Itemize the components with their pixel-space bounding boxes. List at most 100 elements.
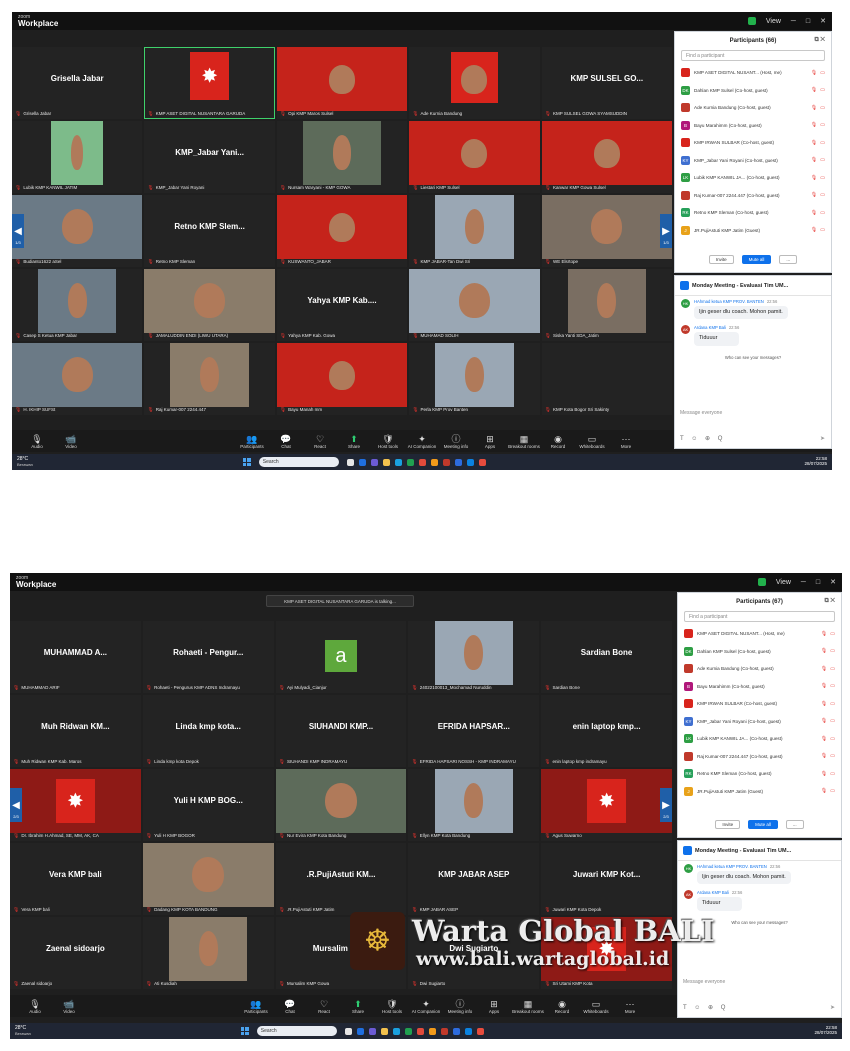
app-icon[interactable]	[464, 1027, 472, 1035]
participant-tile[interactable]: 🎙 24022100013_Mochamad Nuruddin	[408, 621, 540, 693]
app-icon[interactable]	[418, 458, 426, 466]
toolbar-ai-companion-button[interactable]: ✦ AI Companion	[409, 999, 443, 1014]
mute-all-button[interactable]: Mute all	[748, 820, 778, 829]
participant-tile[interactable]: Rohaeti - Pengur... 🎙 Rohaeti - Pengurus K…	[142, 621, 274, 693]
video-off-icon[interactable]: ▭	[820, 157, 825, 163]
participant-tile[interactable]: KMP JABAR ASEP 🎙 KMP JABAR ASEP	[408, 843, 540, 915]
send-icon[interactable]: ➤	[830, 1004, 835, 1011]
participant-row[interactable]: B Bayu Marahimm (Co-host, guest) 🎙 ▭	[675, 117, 831, 135]
participant-tile[interactable]: 🎙 Budianto1622 aSel	[12, 195, 143, 267]
toolbar-chat-button[interactable]: 💬 Chat	[273, 999, 307, 1014]
taskbar-search[interactable]: Search	[256, 1026, 337, 1036]
video-off-icon[interactable]: ▭	[820, 210, 825, 216]
app-icon[interactable]	[404, 1027, 412, 1035]
app-icon[interactable]	[476, 1027, 484, 1035]
participant-tile[interactable]: Retno KMP Slem... 🎙 Retno KMP Sleman	[144, 195, 275, 267]
chat-format-tools[interactable]: T ☺ ⊕ Q	[683, 1004, 728, 1011]
toolbar-host-tools-button[interactable]: 🛡 Host tools	[375, 999, 409, 1014]
participant-row[interactable]: J JR.PujiAstuti KMP Jatim (Guest) 🎙 ▭	[678, 783, 841, 801]
participant-tile[interactable]: Zaenal sidoarjo 🎙 Zaenal sidoarjo	[10, 917, 141, 989]
participant-tile[interactable]: MUHAMMAD A... 🎙 MUHAMMAD ARIF	[10, 621, 141, 693]
gallery-prev-button[interactable]: ◀ 1/3	[12, 214, 24, 248]
video-off-icon[interactable]: ▭	[830, 701, 835, 707]
participant-tile[interactable]: 🎙Dr. Ibrahim H.Ahmad, SE, MM, AK, CA	[10, 769, 141, 841]
participant-row[interactable]: DK Dahlan KMP Sulsel (Co-host, guest) 🎙 ▭	[678, 643, 841, 661]
muted-mic-icon[interactable]: 🎙	[821, 631, 827, 637]
muted-mic-icon[interactable]: 🎙	[811, 175, 817, 181]
toolbar-audio-button[interactable]: 🎙 Audio	[20, 434, 54, 449]
participant-tile[interactable]: 🎙KMP ASET DIGITAL NUSANTARA GARUDA	[144, 47, 275, 119]
app-icon[interactable]	[346, 458, 354, 466]
video-off-icon[interactable]: ▭	[820, 175, 825, 181]
participant-row[interactable]: J JR.PujiAstuti KMP Jatim (Guest) 🎙 ▭	[675, 222, 831, 240]
toolbar-ai-companion-button[interactable]: ✦ AI Companion	[405, 434, 439, 449]
maximize-icon[interactable]: □	[806, 18, 810, 25]
muted-mic-icon[interactable]: 🎙	[821, 788, 827, 794]
app-icon[interactable]	[466, 458, 474, 466]
muted-mic-icon[interactable]: 🎙	[821, 736, 827, 742]
toolbar-audio-button[interactable]: 🎙 Audio	[18, 999, 52, 1014]
participant-tile[interactable]: 🎙Ade Kurnia Bandung	[409, 47, 540, 119]
participant-row[interactable]: KMP IRWAN SULBAR (Co-host, guest) 🎙 ▭	[675, 134, 831, 152]
participant-tile[interactable]: Vera KMP bali 🎙 Vera KMP bali	[10, 843, 141, 915]
taskbar-search[interactable]: Search	[258, 457, 339, 467]
video-off-icon[interactable]: ▭	[830, 648, 835, 654]
minimize-icon[interactable]: ─	[791, 18, 796, 25]
popout-close-icons[interactable]: ⧉ ✕	[824, 598, 835, 605]
toolbar-meeting-info-button[interactable]: ⓘ Meeting info	[443, 999, 477, 1014]
app-icon[interactable]	[442, 458, 450, 466]
participant-tile[interactable]: enin laptop kmp... 🎙 enin laptop kmp indra…	[541, 695, 672, 767]
participant-tile[interactable]: 🎙 Raj Kumar-007 2244.447	[144, 343, 275, 415]
video-off-icon[interactable]: ▭	[820, 122, 825, 128]
app-icon[interactable]	[370, 458, 378, 466]
video-off-icon[interactable]: ▭	[830, 631, 835, 637]
participant-tile[interactable]: 🎙 H. IKHIP SUFSt	[12, 343, 143, 415]
app-icon[interactable]	[394, 458, 402, 466]
participant-tile[interactable]: 🎙 Nur Evira KMP Kota Bandung	[275, 769, 407, 841]
gallery-next-button[interactable]: ▶ 2/3	[660, 788, 672, 822]
participant-tile[interactable]: 🎙 Liestari KMP Sulsel	[409, 121, 540, 193]
weather-widget[interactable]: 28°C Berawan	[17, 457, 33, 467]
participant-row[interactable]: Raj Kumar-007 2244.447 (Co-host, guest) 🎙…	[675, 187, 831, 205]
toolbar-participants-button[interactable]: 👥 Participants	[239, 999, 273, 1014]
video-off-icon[interactable]: ▭	[830, 666, 835, 672]
participant-tile[interactable]: 🎙 Bayu Manah mm	[276, 343, 408, 415]
app-icon[interactable]	[358, 458, 366, 466]
participant-tile[interactable]: 🎙Sri Utami KMP Kota	[541, 917, 672, 989]
chat-format-tools[interactable]: T ☺ ⊕ Q	[680, 435, 725, 442]
participant-tile[interactable]: 🎙 Casep S Ketua KMP Jabar	[12, 269, 143, 341]
video-off-icon[interactable]: ▭	[820, 87, 825, 93]
video-off-icon[interactable]: ▭	[820, 105, 825, 111]
participant-tile[interactable]: 🎙 Dadang KMP KOTA BANDUNG	[142, 843, 274, 915]
toolbar-react-button[interactable]: ♡ React	[303, 434, 337, 449]
toolbar-whiteboards-button[interactable]: ▭ Whiteboards	[575, 434, 609, 449]
toolbar-share-button[interactable]: ⬆ Share	[337, 434, 371, 449]
find-participant-input[interactable]: Find a participant	[681, 50, 825, 61]
muted-mic-icon[interactable]: 🎙	[811, 105, 817, 111]
participant-tile[interactable]: a 🎙 Ayi Mulyadi_Cianjur	[275, 621, 407, 693]
participant-tile[interactable]: Linda kmp kota... 🎙 Linda kmp kota Depok	[142, 695, 274, 767]
toolbar-host-tools-button[interactable]: 🛡 Host tools	[371, 434, 405, 449]
app-icon[interactable]	[454, 458, 462, 466]
windows-start-icon[interactable]	[240, 1027, 249, 1035]
system-clock[interactable]: 22:58 28/07/2025	[814, 1025, 837, 1036]
who-can-see-link[interactable]: Who can see your messages?	[675, 355, 831, 360]
participant-row[interactable]: LK Lubik KMP KANWIL JA... (Co-host, guest…	[675, 169, 831, 187]
app-icon[interactable]	[344, 1027, 352, 1035]
security-shield-icon[interactable]	[747, 17, 756, 25]
app-icon[interactable]	[382, 458, 390, 466]
participant-tile[interactable]: Yahya KMP Kab.... 🎙 Yahya KMP Kab. Gowa	[276, 269, 408, 341]
close-icon[interactable]: ✕	[830, 578, 836, 586]
video-off-icon[interactable]: ▭	[830, 736, 835, 742]
gallery-next-button[interactable]: ▶ 1/3	[660, 214, 672, 248]
participant-tile[interactable]: 🎙 Ellyn KMP Kota Bandung	[408, 769, 540, 841]
participant-row[interactable]: Ade Kurnia Bandung (Co-host, guest) 🎙 ▭	[675, 99, 831, 117]
muted-mic-icon[interactable]: 🎙	[811, 157, 817, 163]
toolbar-breakout-rooms-button[interactable]: ▦ Breakout rooms	[507, 434, 541, 449]
participant-row[interactable]: Ade Kurnia Bandung (Co-host, guest) 🎙 ▭	[678, 660, 841, 678]
participant-tile[interactable]: 🎙 KMP JABAR-Tan Dwi Sri	[409, 195, 540, 267]
muted-mic-icon[interactable]: 🎙	[811, 87, 817, 93]
video-off-icon[interactable]: ▭	[830, 718, 835, 724]
invite-button[interactable]: Invite	[715, 820, 741, 829]
muted-mic-icon[interactable]: 🎙	[811, 140, 817, 146]
